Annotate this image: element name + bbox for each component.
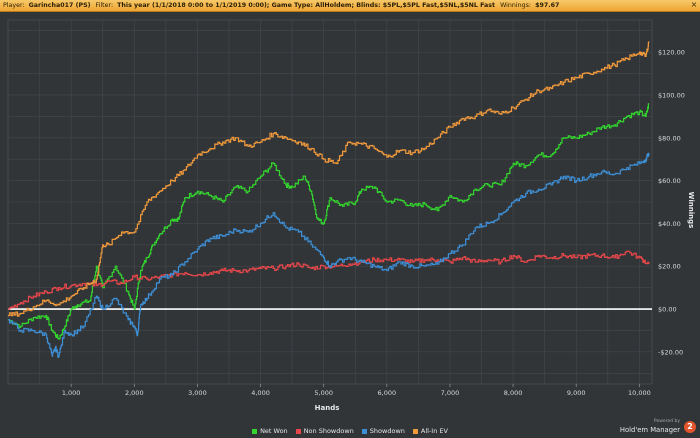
filter-header-bar: Player: Garincha017 (PS) Filter: This ye… — [0, 0, 700, 12]
y-tick-label: -$20.00 — [658, 348, 683, 356]
series-line-net-won — [8, 103, 650, 340]
y-tick-label: $80.00 — [658, 134, 681, 142]
filter-value: This year (1/1/2018 0:00 to 1/1/2019 0:0… — [117, 2, 496, 9]
y-tick-label: $20.00 — [658, 263, 681, 271]
legend-label: Non Showdown — [303, 427, 354, 435]
winnings-label: Winnings: — [500, 2, 532, 9]
series-line-showdown — [8, 152, 650, 358]
x-tick-label: 10,000 — [628, 389, 651, 397]
y-tick-label: $40.00 — [658, 220, 681, 228]
player-label: Player: — [3, 2, 25, 9]
series-line-non-showdown — [8, 250, 650, 310]
winnings-value: $97.67 — [535, 2, 560, 9]
legend-swatch — [295, 428, 301, 434]
y-axis-ticks: -$20.00 $0.00 $20.00 $40.00 $60.00 $80.00 $100… — [658, 49, 685, 357]
x-tick-label: 4,000 — [251, 389, 270, 397]
legend-item-net-won[interactable]: Net Won — [252, 426, 288, 436]
legend-item-all-in-ev[interactable]: All-In EV — [412, 426, 448, 436]
x-tick-label: 3,000 — [188, 389, 207, 397]
grid-lines — [7, 19, 653, 385]
branding: Powered by Hold'em Manager 2 — [616, 418, 696, 436]
brand-logo-icon: 2 — [684, 421, 696, 433]
series-line-all-in-ev — [8, 41, 650, 317]
legend-item-showdown[interactable]: Showdown — [361, 426, 405, 436]
player-value: Garincha017 (PS) — [28, 2, 91, 9]
chart-legend: Net Won Non Showdown Showdown All-In EV — [0, 426, 700, 436]
winnings-chart: 1,000 2,000 3,000 4,000 5,000 6,000 7,000 8,000… — [7, 19, 695, 412]
y-tick-label: $100.00 — [658, 91, 685, 99]
series-lines — [8, 41, 650, 358]
x-tick-label: 8,000 — [504, 389, 523, 397]
legend-item-non-showdown[interactable]: Non Showdown — [295, 426, 354, 436]
legend-label: Showdown — [369, 427, 405, 435]
legend-swatch — [361, 428, 367, 434]
x-axis-ticks: 1,000 2,000 3,000 4,000 5,000 6,000 7,000 8,000… — [62, 384, 651, 397]
x-tick-label: 6,000 — [378, 389, 397, 397]
close-icon[interactable]: × — [690, 1, 698, 9]
powered-by-text: Powered by — [653, 419, 680, 424]
y-tick-label: $0.00 — [658, 306, 677, 314]
y-tick-label: $60.00 — [658, 177, 681, 185]
x-tick-label: 7,000 — [441, 389, 460, 397]
x-tick-label: 5,000 — [314, 389, 333, 397]
x-tick-label: 9,000 — [567, 389, 586, 397]
brand-name: Hold'em Manager — [619, 426, 680, 434]
y-axis-label: Winnings — [687, 192, 695, 229]
legend-label: Net Won — [260, 427, 288, 435]
filter-label: Filter: — [95, 2, 114, 9]
x-axis-label: Hands — [315, 404, 340, 412]
y-tick-label: $120.00 — [658, 49, 685, 57]
x-tick-label: 1,000 — [62, 389, 81, 397]
legend-label: All-In EV — [420, 427, 448, 435]
legend-swatch — [412, 428, 418, 434]
x-tick-label: 2,000 — [125, 389, 144, 397]
legend-swatch — [252, 428, 258, 434]
